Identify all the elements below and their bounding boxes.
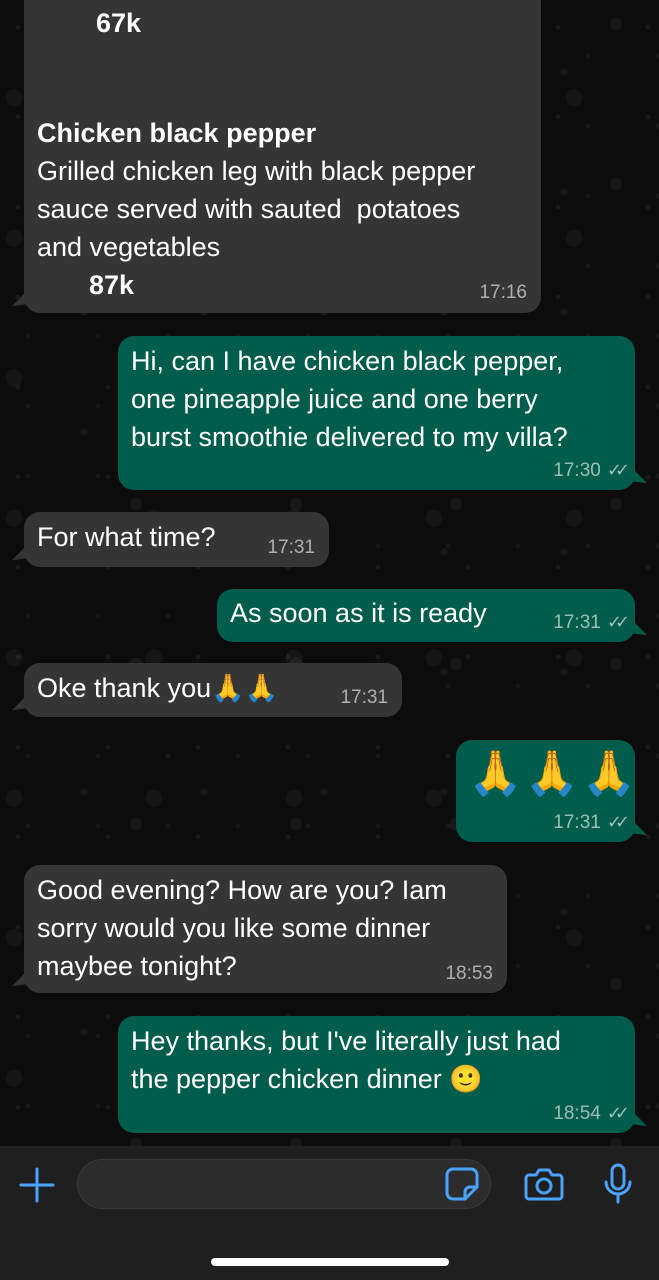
message-text-line-3: maybee tonight? xyxy=(37,951,237,981)
message-meta: 17:30 ✓✓ xyxy=(553,459,630,482)
plus-icon[interactable] xyxy=(18,1166,56,1204)
message-text-line-2: the pepper chicken dinner 🙂 xyxy=(131,1060,483,1099)
message-incoming-menu[interactable]: 67k Chicken black pepper Grilled chicken… xyxy=(24,0,541,313)
message-time: 18:53 xyxy=(445,963,493,984)
menu-item-description-line-1: Grilled chicken leg with black pepper xyxy=(37,156,476,186)
message-meta: 18:54 ✓✓ xyxy=(553,1102,630,1125)
message-meta: 17:31 ✓✓ xyxy=(553,811,630,834)
message-time: 17:31 xyxy=(340,687,388,708)
message-text-line-2: sorry would you like some dinner xyxy=(37,913,431,943)
home-indicator xyxy=(211,1258,449,1266)
message-text-line-1: Hey thanks, but I've literally just had xyxy=(131,1026,561,1056)
message-incoming[interactable]: For what time? 17:31 xyxy=(24,512,329,567)
message-time: 17:16 xyxy=(479,282,527,303)
message-time: 17:30 xyxy=(553,460,601,481)
menu-item-description-line-2: sauce served with sauted potatoes xyxy=(37,194,461,224)
praying-hands-emoji: 🙏🙏🙏 xyxy=(468,748,639,799)
read-receipt-icon: ✓✓ xyxy=(606,460,630,480)
message-text: Oke thank you🙏🙏 xyxy=(37,669,278,708)
praying-hands-emoji: 🙏🙏 xyxy=(211,673,279,704)
menu-price-previous: 67k xyxy=(96,8,142,38)
read-receipt-icon: ✓✓ xyxy=(606,1103,630,1123)
message-outgoing-emoji[interactable]: 🙏🙏🙏 17:31 ✓✓ xyxy=(456,740,639,842)
message-time: 17:31 xyxy=(553,812,601,833)
message-outgoing[interactable]: As soon as it is ready 17:31 ✓✓ xyxy=(217,589,635,642)
message-text: As soon as it is ready xyxy=(230,598,487,628)
read-receipt-icon: ✓✓ xyxy=(606,812,630,832)
message-text-line-3: burst smoothie delivered to my villa? xyxy=(131,422,568,452)
message-time: 17:31 xyxy=(553,612,601,633)
message-input[interactable] xyxy=(77,1159,491,1209)
message-incoming[interactable]: Oke thank you🙏🙏 17:31 xyxy=(24,663,402,717)
read-receipt-icon: ✓✓ xyxy=(606,612,630,632)
message-text: For what time? xyxy=(37,522,216,552)
message-outgoing-order[interactable]: Hi, can I have chicken black pepper, one… xyxy=(118,336,635,490)
message-text-line-1: Good evening? How are you? Iam xyxy=(37,875,447,905)
microphone-icon[interactable] xyxy=(603,1163,633,1205)
message-incoming[interactable]: Good evening? How are you? Iam sorry wou… xyxy=(24,865,507,993)
menu-item-title: Chicken black pepper xyxy=(37,118,317,148)
message-text-line-1: Hi, can I have chicken black pepper, xyxy=(131,346,564,376)
smiling-face-emoji: 🙂 xyxy=(449,1064,483,1095)
message-meta: 17:31 ✓✓ xyxy=(553,611,630,634)
message-outgoing[interactable]: Hey thanks, but I've literally just had … xyxy=(118,1016,635,1133)
camera-icon[interactable] xyxy=(524,1165,564,1203)
menu-item-description-line-3: and vegetables xyxy=(37,232,221,262)
menu-item-price: 87k xyxy=(89,270,135,300)
message-time: 18:54 xyxy=(553,1103,601,1124)
message-time: 17:31 xyxy=(267,537,315,558)
message-text-content: the pepper chicken dinner xyxy=(131,1064,442,1094)
message-text-content: Oke thank you xyxy=(37,673,212,703)
sticker-icon[interactable] xyxy=(444,1166,480,1202)
message-text-line-2: one pineapple juice and one berry xyxy=(131,384,538,414)
